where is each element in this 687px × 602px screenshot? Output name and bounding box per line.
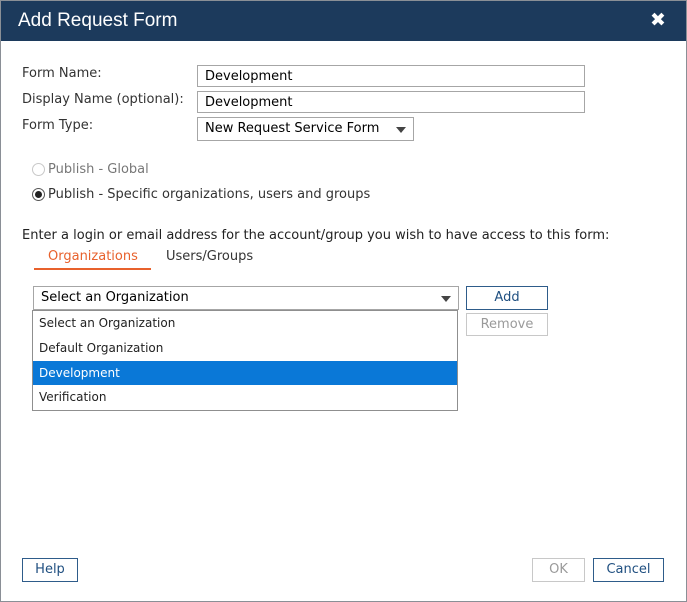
form-type-select[interactable]: New Request Service Form — [197, 117, 414, 141]
dropdown-option-default-organization[interactable]: Default Organization — [33, 336, 457, 360]
add-button[interactable]: Add — [466, 286, 548, 310]
dropdown-option-select-an-organization[interactable]: Select an Organization — [33, 311, 457, 335]
dropdown-option-verification[interactable]: Verification — [33, 385, 457, 409]
remove-button[interactable]: Remove — [466, 313, 548, 336]
publish-global-label: Publish - Global — [48, 162, 149, 177]
tab-users-groups[interactable]: Users/Groups — [166, 249, 253, 271]
dialog-titlebar: Add Request Form ✖ — [1, 1, 686, 41]
form-type-value: New Request Service Form — [205, 121, 380, 136]
organization-select-value: Select an Organization — [41, 290, 189, 305]
cancel-button[interactable]: Cancel — [593, 558, 664, 582]
display-name-input[interactable] — [197, 91, 585, 113]
display-name-label: Display Name (optional): — [22, 92, 184, 107]
chevron-down-icon — [396, 127, 406, 133]
form-name-label: Form Name: — [22, 66, 102, 81]
chevron-down-icon — [441, 296, 451, 302]
organization-select[interactable]: Select an Organization — [33, 286, 459, 310]
dialog-title: Add Request Form — [18, 10, 178, 31]
form-type-label: Form Type: — [22, 118, 94, 133]
help-button[interactable]: Help — [22, 558, 78, 582]
access-instruction: Enter a login or email address for the a… — [22, 228, 610, 243]
close-icon[interactable]: ✖ — [648, 10, 668, 30]
publish-global-radio[interactable] — [32, 163, 45, 176]
add-request-form-dialog: Add Request Form ✖ Form Name: Display Na… — [0, 0, 687, 602]
publish-specific-radio[interactable] — [32, 188, 45, 201]
publish-specific-label: Publish - Specific organizations, users … — [48, 187, 371, 202]
organization-dropdown-list: Select an Organization Default Organizat… — [32, 310, 458, 411]
form-name-input[interactable] — [197, 65, 585, 87]
dropdown-option-development[interactable]: Development — [33, 361, 457, 385]
active-tab-indicator — [34, 268, 151, 270]
ok-button[interactable]: OK — [532, 558, 585, 582]
